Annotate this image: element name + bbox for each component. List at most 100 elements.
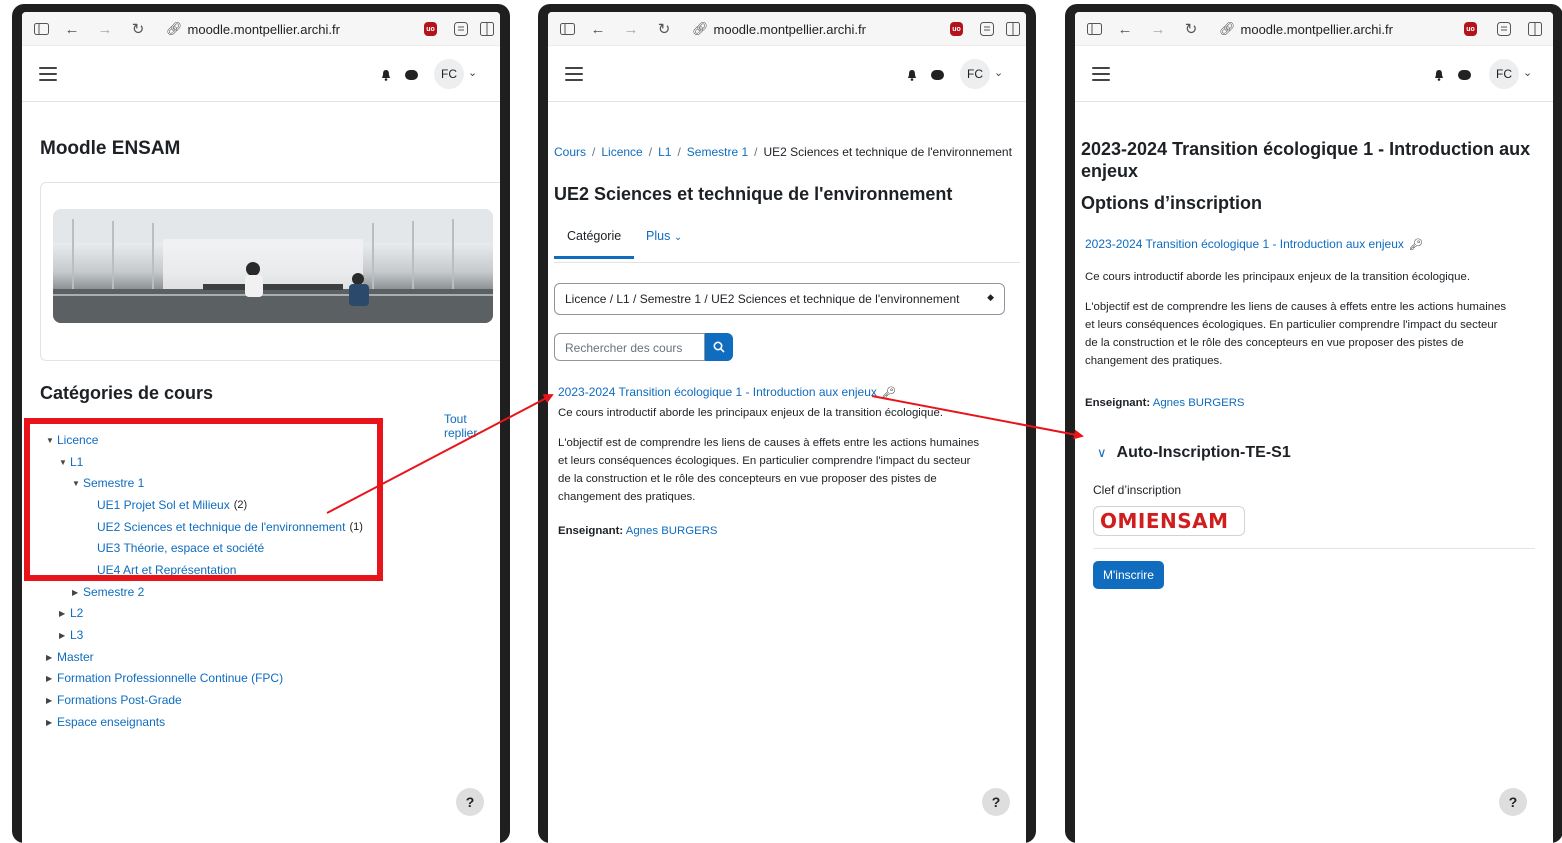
chevron-down-icon[interactable]: ⌄ <box>994 66 1003 79</box>
forward-icon[interactable]: → <box>1149 20 1167 38</box>
tree-item-semestre-1[interactable]: ▼ Semestre 1 <box>72 473 144 495</box>
teacher-link[interactable]: Agnes BURGERS <box>626 525 718 537</box>
collapsed-triangle-icon[interactable]: ▶ <box>46 690 57 712</box>
tree-item-ue4[interactable]: UE4 Art et Représentation <box>97 560 236 582</box>
tree-item-fpc[interactable]: ▶ Formation Professionnelle Continue (FPC… <box>46 668 283 690</box>
breadcrumb-item[interactable]: Semestre 1 <box>687 145 748 159</box>
reader-icon[interactable] <box>978 20 996 38</box>
reload-icon[interactable]: ↻ <box>655 20 673 38</box>
url-text: moodle.montpellier.archi.fr <box>1240 21 1393 37</box>
tree-item-semestre-2[interactable]: ▶ Semestre 2 <box>72 582 144 604</box>
browser-url-bar: ← → ↻ 🔗︎ moodle.montpellier.archi.fr uo <box>22 12 500 46</box>
tree-item-master[interactable]: ▶ Master <box>46 647 94 669</box>
course-link[interactable]: 2023-2024 Transition écologique 1 - Intr… <box>558 385 877 399</box>
expanded-triangle-icon[interactable]: ▼ <box>72 473 83 495</box>
hamburger-menu-icon[interactable] <box>1092 67 1110 81</box>
forward-icon[interactable]: → <box>96 20 114 38</box>
help-button[interactable]: ? <box>1499 788 1527 816</box>
bell-icon[interactable] <box>906 68 918 81</box>
url-display[interactable]: 🔗︎ moodle.montpellier.archi.fr <box>166 21 340 37</box>
chat-icon[interactable] <box>1458 70 1471 80</box>
enrol-method-header[interactable]: ∨ Auto-Inscription-TE-S1 <box>1097 444 1291 462</box>
sidebar-icon[interactable] <box>558 20 576 38</box>
tree-item-ue3[interactable]: UE3 Théorie, espace et société <box>97 538 264 560</box>
reload-icon[interactable]: ↻ <box>1182 20 1200 38</box>
avatar[interactable]: FC <box>960 59 990 89</box>
collapsed-triangle-icon[interactable]: ▶ <box>46 668 57 690</box>
chevron-down-icon[interactable]: ∨ <box>1097 445 1107 461</box>
tree-item-post-grade[interactable]: ▶ Formations Post-Grade <box>46 690 182 712</box>
split-view-icon[interactable] <box>1526 20 1544 38</box>
enrol-key-input[interactable]: OMIENSAM <box>1093 506 1245 536</box>
back-icon[interactable]: ← <box>589 20 607 38</box>
avatar[interactable]: FC <box>434 59 464 89</box>
hamburger-menu-icon[interactable] <box>565 67 583 81</box>
bell-icon[interactable] <box>1433 68 1445 81</box>
split-view-icon[interactable] <box>478 20 496 38</box>
link-icon: 🔗︎ <box>692 21 709 36</box>
url-display[interactable]: 🔗︎ moodle.montpellier.archi.fr <box>1219 21 1393 37</box>
tree-item-l3[interactable]: ▶ L3 <box>59 625 83 647</box>
select-arrows-icon: ◆ <box>987 292 994 302</box>
collapsed-triangle-icon[interactable]: ▶ <box>46 647 57 669</box>
split-view-icon[interactable] <box>1004 20 1022 38</box>
device-frame-3: ← → ↻ 🔗︎ moodle.montpellier.archi.fr uo <box>1065 4 1562 843</box>
tree-item-ue1[interactable]: UE1 Projet Sol et Milieux (2) <box>97 495 247 517</box>
help-button[interactable]: ? <box>982 788 1010 816</box>
collapsed-triangle-icon[interactable]: ▶ <box>72 582 83 604</box>
chevron-down-icon[interactable]: ⌄ <box>1523 66 1532 79</box>
screen-1: ← → ↻ 🔗︎ moodle.montpellier.archi.fr uo <box>22 12 500 843</box>
secondary-nav: Catégorie Plus ⌄ <box>554 229 1020 263</box>
chat-icon[interactable] <box>931 70 944 80</box>
breadcrumb-item[interactable]: Cours <box>554 145 586 159</box>
chat-icon[interactable] <box>405 70 418 80</box>
tab-category[interactable]: Catégorie <box>554 229 635 259</box>
forward-icon[interactable]: → <box>622 20 640 38</box>
help-button[interactable]: ? <box>456 788 484 816</box>
divider <box>1093 548 1535 549</box>
tree-item-licence[interactable]: ▼ Licence <box>46 430 98 452</box>
hamburger-menu-icon[interactable] <box>39 67 57 81</box>
ublock-shield-icon[interactable]: uo <box>1464 22 1477 36</box>
reader-icon[interactable] <box>1495 20 1513 38</box>
tab-more[interactable]: Plus ⌄ <box>646 229 682 243</box>
reader-icon[interactable] <box>452 20 470 38</box>
tree-item-l2[interactable]: ▶ L2 <box>59 603 83 625</box>
avatar[interactable]: FC <box>1489 59 1519 89</box>
breadcrumb-item[interactable]: L1 <box>658 145 671 159</box>
bell-icon[interactable] <box>380 68 392 81</box>
tree-item-espace-enseignants[interactable]: ▶ Espace enseignants <box>46 712 165 734</box>
course-entry: 2023-2024 Transition écologique 1 - Intr… <box>1085 237 1423 251</box>
device-frame-2: ← → ↻ 🔗︎ moodle.montpellier.archi.fr uo <box>538 4 1036 843</box>
url-display[interactable]: 🔗︎ moodle.montpellier.archi.fr <box>692 21 866 37</box>
key-icon: 🔑︎ <box>881 387 896 399</box>
search-button[interactable] <box>705 333 733 361</box>
chevron-down-icon[interactable]: ⌄ <box>468 66 477 79</box>
tree-item-ue2[interactable]: UE2 Sciences et technique de l'environne… <box>97 517 363 539</box>
sidebar-icon[interactable] <box>32 20 50 38</box>
ublock-shield-icon[interactable]: uo <box>950 22 963 36</box>
breadcrumb-item[interactable]: Licence <box>601 145 642 159</box>
search-input[interactable]: Rechercher des cours <box>554 333 705 361</box>
ublock-shield-icon[interactable]: uo <box>424 22 437 36</box>
expanded-triangle-icon[interactable]: ▼ <box>59 452 70 474</box>
chevron-down-icon: ⌄ <box>673 232 683 243</box>
teacher-line: Enseignant: Agnes BURGERS <box>1085 397 1245 409</box>
category-select[interactable]: Licence / L1 / Semestre 1 / UE2 Sciences… <box>554 283 1005 315</box>
enrol-button[interactable]: M'inscrire <box>1093 561 1164 589</box>
link-icon: 🔗︎ <box>166 21 183 36</box>
back-icon[interactable]: ← <box>63 20 81 38</box>
collapsed-triangle-icon[interactable]: ▶ <box>59 603 70 625</box>
expanded-triangle-icon[interactable]: ▼ <box>46 430 57 452</box>
course-link[interactable]: 2023-2024 Transition écologique 1 - Intr… <box>1085 237 1404 251</box>
tree-item-l1[interactable]: ▼ L1 <box>59 452 83 474</box>
sidebar-icon[interactable] <box>1085 20 1103 38</box>
teacher-link[interactable]: Agnes BURGERS <box>1153 397 1245 409</box>
course-summary-paragraph: L'objectif est de comprendre les liens d… <box>1085 301 1507 367</box>
reload-icon[interactable]: ↻ <box>129 20 147 38</box>
back-icon[interactable]: ← <box>1116 20 1134 38</box>
collapsed-triangle-icon[interactable]: ▶ <box>46 712 57 734</box>
collapse-all-link[interactable]: Tout replier <box>444 412 500 440</box>
collapsed-triangle-icon[interactable]: ▶ <box>59 625 70 647</box>
browser-url-bar: ← → ↻ 🔗︎ moodle.montpellier.archi.fr uo <box>1075 12 1553 46</box>
